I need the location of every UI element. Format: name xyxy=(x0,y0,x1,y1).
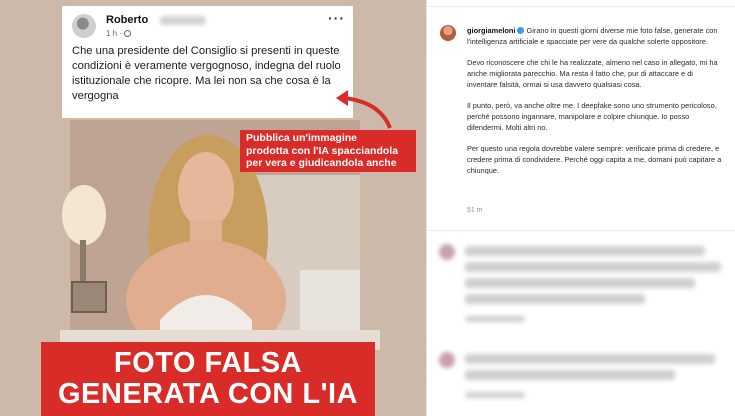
post-caption: giorgiameloni Girano in questi giorni div… xyxy=(467,25,725,186)
caption-paragraph: Per questo una regola dovrebbe valere se… xyxy=(467,144,722,175)
blurred-text xyxy=(465,354,715,364)
globe-icon xyxy=(124,30,132,37)
arrow-icon xyxy=(336,90,392,129)
blurred-text xyxy=(465,316,525,322)
more-options-icon[interactable]: ··· xyxy=(328,10,345,26)
fake-photo-banner: FOTO FALSA GENERATA CON L'IA xyxy=(41,342,375,416)
blurred-text xyxy=(465,262,721,272)
blurred-text xyxy=(465,278,695,288)
blurred-text xyxy=(465,246,705,256)
blurred-text xyxy=(465,392,525,398)
username-link[interactable]: giorgiameloni xyxy=(467,26,515,35)
news-image: Roberto 1 h · ··· Che una presidente del… xyxy=(0,0,426,416)
callout-line-2: prodotta con l'IA spacciandola xyxy=(246,144,399,157)
divider xyxy=(427,6,735,7)
blurred-text xyxy=(465,294,645,304)
facebook-post-card: Roberto 1 h · ··· Che una presidente del… xyxy=(62,6,353,118)
post-meta: 1 h · xyxy=(106,29,132,38)
caption-paragraph: giorgiameloni Girano in questi giorni div… xyxy=(467,25,725,47)
callout-line-1: Pubblica un'immagine xyxy=(246,132,358,144)
banner-line-1: FOTO FALSA xyxy=(113,347,303,379)
post-text: Che una presidente del Consiglio si pres… xyxy=(72,45,341,102)
author-avatar xyxy=(72,14,96,38)
divider xyxy=(427,230,735,231)
blurred-comment xyxy=(439,352,729,416)
blurred-text xyxy=(465,370,675,380)
blurred-surname xyxy=(160,16,206,25)
caption-paragraph: Devo riconoscere che chi le ha realizzat… xyxy=(467,58,718,89)
callout-line-3: per vera e giudicandola anche xyxy=(246,157,397,169)
instagram-panel: giorgiameloni Girano in questi giorni div… xyxy=(426,0,735,416)
post-author[interactable]: Roberto xyxy=(106,14,148,26)
caption-paragraph: Il punto, però, va anche oltre me. I dee… xyxy=(467,101,717,132)
commenter-avatar xyxy=(439,352,455,368)
banner-line-2: GENERATA CON L'IA xyxy=(57,378,358,410)
callout-label: Pubblica un'immagine prodotta con l'IA s… xyxy=(240,130,416,172)
blurred-comment xyxy=(439,244,729,344)
verified-badge-icon xyxy=(517,27,525,34)
post-timestamp: 51 m xyxy=(467,207,483,214)
profile-avatar[interactable] xyxy=(440,25,456,41)
commenter-avatar xyxy=(439,244,455,260)
post-time: 1 h · xyxy=(106,29,123,38)
